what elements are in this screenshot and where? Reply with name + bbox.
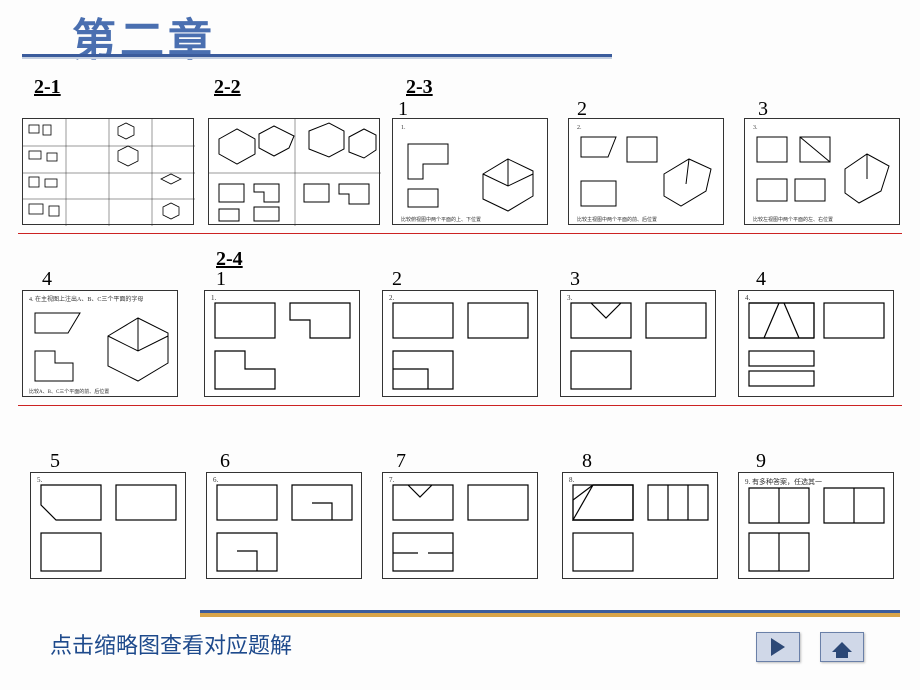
svg-text:6.: 6.: [213, 476, 219, 484]
thumb-2-2[interactable]: [208, 118, 380, 225]
thumb-2-4-2[interactable]: 2.: [382, 290, 538, 397]
svg-text:比较主视图中两个平面的前、后位置: 比较主视图中两个平面的前、后位置: [577, 216, 657, 223]
next-button[interactable]: [756, 632, 800, 662]
svg-text:8.: 8.: [569, 476, 575, 484]
diagram-icon: 6.: [207, 473, 363, 580]
diagram-icon: [209, 119, 381, 226]
play-icon: [771, 638, 785, 656]
thumb-2-4-8[interactable]: 8.: [562, 472, 718, 579]
link-2-2[interactable]: 2-2: [214, 76, 241, 99]
home-button[interactable]: [820, 632, 864, 662]
thumb-2-4-1[interactable]: 1.: [204, 290, 360, 397]
diagram-icon: 1.: [205, 291, 361, 398]
diagram-icon: 1. 比较俯视图中两个平面的上、下位置: [393, 119, 549, 226]
label-r2-4: 4: [42, 268, 52, 291]
label-r2p-4: 4: [756, 268, 766, 291]
label-r3-9: 9: [756, 450, 766, 473]
title-underline: [22, 54, 612, 57]
diagram-icon: 5.: [31, 473, 187, 580]
diagram-icon: 4.: [739, 291, 895, 398]
label-r3-7: 7: [396, 450, 406, 473]
thumb-2-3-1[interactable]: 1. 比较俯视图中两个平面的上、下位置: [392, 118, 548, 225]
link-2-1[interactable]: 2-1: [34, 76, 61, 99]
thumb-2-4-9[interactable]: 9. 有多种答案，任选其一: [738, 472, 894, 579]
diagram-icon: 4. 在主视图上注出A、B、C三个平面的字母 比较A、B、C三个平面的前、后位置: [23, 291, 179, 398]
label-r3-5: 5: [50, 450, 60, 473]
svg-text:2.: 2.: [577, 125, 582, 131]
label-r3-8: 8: [582, 450, 592, 473]
thumb-2-3-3[interactable]: 3. 比较左视图中两个平面的左、右位置: [744, 118, 900, 225]
svg-text:比较左视图中两个平面的左、右位置: 比较左视图中两个平面的左、右位置: [753, 216, 833, 223]
diagram-icon: 8.: [563, 473, 719, 580]
thumb-2-4-4[interactable]: 4.: [738, 290, 894, 397]
diagram-icon: 3. 比较左视图中两个平面的左、右位置: [745, 119, 901, 226]
label-r3-6: 6: [220, 450, 230, 473]
svg-text:4. 在主视图上注出A、B、C三个平面的字母: 4. 在主视图上注出A、B、C三个平面的字母: [29, 295, 143, 303]
svg-text:3.: 3.: [567, 294, 573, 302]
diagram-icon: 7.: [383, 473, 539, 580]
thumb-2-4-6[interactable]: 6.: [206, 472, 362, 579]
svg-text:比较A、B、C三个平面的前、后位置: 比较A、B、C三个平面的前、后位置: [29, 388, 109, 395]
svg-text:4.: 4.: [745, 294, 751, 302]
diagram-icon: 2.: [383, 291, 539, 398]
link-2-3[interactable]: 2-3: [406, 76, 433, 99]
instruction-text: 点击缩略图查看对应题解: [50, 628, 292, 660]
divider-1: [18, 233, 902, 234]
thumb-2-4-5[interactable]: 5.: [30, 472, 186, 579]
thumb-2-3-4[interactable]: 4. 在主视图上注出A、B、C三个平面的字母 比较A、B、C三个平面的前、后位置: [22, 290, 178, 397]
svg-text:比较俯视图中两个平面的上、下位置: 比较俯视图中两个平面的上、下位置: [401, 216, 481, 223]
label-r2p-3: 3: [570, 268, 580, 291]
label-r2p-1: 1: [216, 268, 226, 291]
thumb-2-4-7[interactable]: 7.: [382, 472, 538, 579]
thumb-2-4-3[interactable]: 3.: [560, 290, 716, 397]
svg-text:3.: 3.: [753, 125, 758, 131]
thumb-2-3-2[interactable]: 2. 比较主视图中两个平面的前、后位置: [568, 118, 724, 225]
divider-2: [18, 405, 902, 406]
svg-text:1.: 1.: [211, 294, 217, 302]
svg-text:2.: 2.: [389, 294, 395, 302]
home-icon: [832, 642, 852, 652]
thumb-2-1[interactable]: [22, 118, 194, 225]
svg-text:7.: 7.: [389, 476, 395, 484]
diagram-icon: [23, 119, 195, 226]
diagram-icon: 2. 比较主视图中两个平面的前、后位置: [569, 119, 725, 226]
footer-divider: [200, 613, 900, 617]
diagram-icon: 3.: [561, 291, 717, 398]
svg-text:5.: 5.: [37, 476, 43, 484]
label-r2p-2: 2: [392, 268, 402, 291]
svg-text:1.: 1.: [401, 125, 406, 131]
thumb-9-caption: 9. 有多种答案，任选其一: [745, 477, 822, 486]
diagram-icon: 9. 有多种答案，任选其一: [739, 473, 895, 580]
page-title: 第二章: [72, 4, 216, 68]
